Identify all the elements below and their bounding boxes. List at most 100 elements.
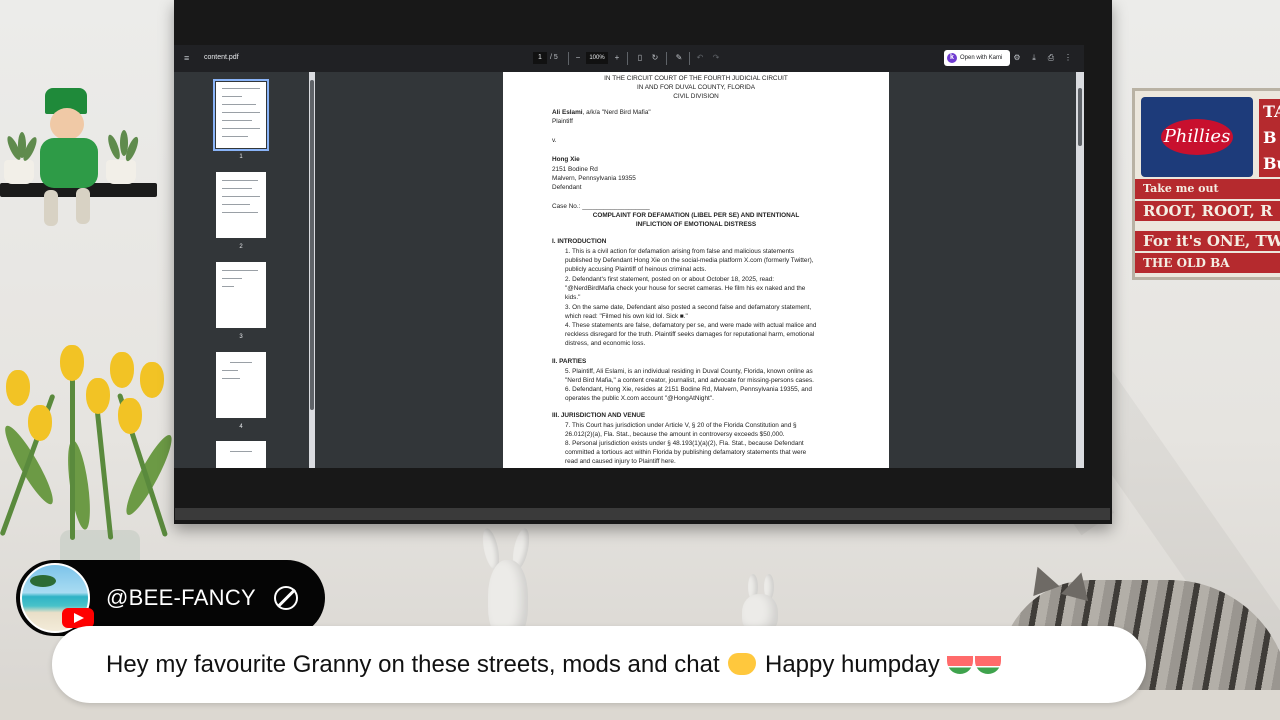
thumbnail-page-3[interactable] (216, 262, 266, 328)
kami-button-label: Open with Kami (960, 55, 1003, 61)
thumbnail-number: 3 (239, 334, 243, 340)
defendant-label: Defendant (552, 184, 582, 191)
sign-line: Take me out (1135, 179, 1280, 199)
case-number: Case No.: ___________________ (552, 203, 650, 210)
undo-icon[interactable]: ↶ (694, 52, 706, 64)
thumbnail-text-line (222, 128, 260, 129)
thumbnail-text-line (230, 451, 252, 452)
paragraph-line: reckless disregard for the truth. Plaint… (565, 331, 815, 338)
toolbar-divider (689, 52, 690, 65)
print-icon[interactable]: ⎙ (1045, 52, 1057, 64)
thumbnail-text-line (222, 136, 248, 137)
sign-line: THE OLD BA (1135, 253, 1280, 273)
tulip-flower (86, 378, 110, 414)
redo-icon[interactable]: ↷ (710, 52, 722, 64)
download-icon[interactable]: ⤓ (1028, 52, 1040, 64)
paragraph-line: kids." (565, 294, 581, 301)
zoom-level-input[interactable]: 100% (586, 52, 608, 64)
file-name: content.pdf (204, 54, 239, 61)
complaint-title: COMPLAINT FOR DEFAMATION (LIBEL PER SE) … (592, 212, 800, 219)
thumbnail-page-4[interactable] (216, 352, 266, 418)
court-heading: IN AND FOR DUVAL COUNTY, FLORIDA (636, 84, 756, 91)
court-heading: CIVIL DIVISION (673, 93, 719, 100)
paragraph-line: "Nerd Bird Mafia," a content creator, jo… (565, 377, 814, 384)
thumbnail-scrollbar[interactable] (309, 72, 315, 468)
tulip-flower (60, 345, 84, 381)
defendant-address: Malvern, Pennsylvania 19355 (552, 175, 636, 182)
plant-pot (4, 160, 34, 184)
leprechaun-head (50, 108, 84, 140)
tulip-stem (70, 370, 75, 540)
chat-message-bubble: Hey my favourite Granny on these streets… (52, 626, 1146, 703)
paragraph-line: operates the public X.com account "@Hong… (565, 395, 714, 402)
thumbnail-text-line (222, 180, 258, 181)
paragraph-line: 1. This is a civil action for defamation… (565, 248, 794, 255)
thumbnail-text-line (222, 204, 250, 205)
annotate-icon[interactable]: ✎ (673, 52, 685, 64)
username: @BEE-FANCY (106, 585, 257, 610)
phillies-sign: Phillies TA B Bu Take me out ROOT, ROOT,… (1132, 88, 1280, 280)
chat-message: Hey my favourite Granny on these streets… (106, 650, 1002, 680)
paragraph-line: committed a tortious act within Florida … (565, 449, 807, 456)
rotate-icon[interactable]: ↻ (649, 52, 661, 64)
scrollbar-thumb[interactable] (310, 80, 314, 410)
toolbar-divider (568, 52, 569, 65)
annotation-tools-icon[interactable]: ⚙ (1011, 52, 1023, 64)
hamburger-icon[interactable]: ≡ (184, 53, 194, 63)
thumbnail-text-line (222, 286, 234, 287)
tulip-flower (110, 352, 134, 388)
tulip-flower (118, 398, 142, 434)
thumbnail-text-line (222, 88, 260, 89)
thumbnail-number: 2 (239, 244, 243, 250)
thumbnail-page-5[interactable] (216, 441, 266, 468)
username-pill: @BEE-FANCY (16, 560, 325, 636)
thumbnail-text-line (222, 188, 252, 189)
tulip-leaf (63, 439, 95, 531)
plant-pot (106, 160, 136, 184)
thumbnail-text-line (222, 212, 258, 213)
page-number-input[interactable]: 1 (533, 52, 547, 64)
tulip-flower (140, 362, 164, 398)
paragraph-line: 4. These statements are false, defamator… (565, 322, 817, 329)
zoom-out-icon[interactable]: − (572, 52, 584, 64)
thumbnail-text-line (222, 112, 260, 113)
page-count: / 5 (550, 54, 558, 61)
thumbnail-text-line (222, 270, 258, 271)
court-heading: IN THE CIRCUIT COURT OF THE FOURTH JUDIC… (604, 75, 788, 82)
thumbnail-text-line (222, 196, 260, 197)
thumbnail-page-1[interactable] (213, 79, 269, 151)
pdf-toolbar: ≡ content.pdf 1 / 5 − 100% + ▯ ↻ ✎ ↶ ↷ k… (174, 45, 1084, 72)
sign-side-text: TA B Bu (1259, 99, 1280, 177)
leprechaun-leg (76, 188, 90, 224)
toolbar-divider (627, 52, 628, 65)
defendant-name: Hong Xie (552, 156, 580, 163)
thumbnail-page-2[interactable] (216, 172, 266, 238)
leprechaun-body (40, 138, 98, 188)
section-heading: I. INTRODUCTION (552, 238, 607, 245)
plaintiff-line: Ali Eslami, a/k/a "Nerd Bird Mafia" (552, 108, 651, 117)
complaint-title: INFLICTION OF EMOTIONAL DISTRESS (635, 221, 757, 228)
thumbnail-text-line (222, 104, 256, 105)
thumbnail-text-line (222, 120, 252, 121)
paragraph-line: 2. Defendant's first statement, posted o… (565, 276, 775, 283)
open-with-kami-button[interactable]: k Open with Kami (944, 50, 1010, 66)
heart-hands-icon (728, 653, 757, 675)
zoom-in-icon[interactable]: + (611, 52, 623, 64)
chat-message-text: Hey my favourite Granny on these streets… (106, 651, 720, 678)
more-options-icon[interactable]: ⋮ (1062, 52, 1074, 64)
thumbnail-number: 4 (239, 424, 243, 430)
scrollbar-thumb[interactable] (1078, 88, 1082, 146)
section-heading: II. PARTIES (552, 358, 587, 365)
thumbnail-text-line (222, 278, 242, 279)
plaintiff-alias: , a/k/a "Nerd Bird Mafia" (582, 109, 651, 116)
paragraph-line: 6. Defendant, Hong Xie, resides at 2151 … (565, 386, 812, 393)
paragraph-line: 7. This Court has jurisdiction under Art… (565, 422, 797, 429)
paragraph-line: 5. Plaintiff, Ali Eslami, is an individu… (565, 368, 813, 375)
fit-page-icon[interactable]: ▯ (634, 52, 646, 64)
document-scrollbar[interactable] (1076, 72, 1084, 468)
pdf-page: IN THE CIRCUIT COURT OF THE FOURTH JUDIC… (503, 72, 889, 468)
thumbnail-text-line (222, 96, 242, 97)
plaintiff-label: Plaintiff (552, 118, 573, 125)
phillies-logo: Phillies (1161, 119, 1233, 155)
watermelon-icon (947, 656, 974, 674)
